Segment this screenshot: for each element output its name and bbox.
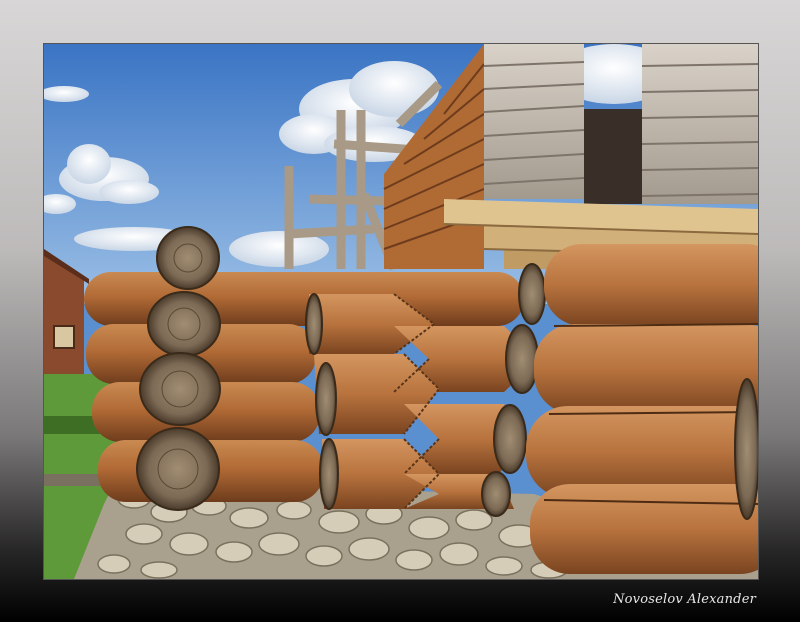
photo [43,43,759,580]
photographer-credit: Novoselov Alexander [613,592,756,607]
log-house-construction-photo [44,44,758,579]
right-log-wall [526,244,758,574]
photo-frame: Novoselov Alexander [0,0,800,622]
